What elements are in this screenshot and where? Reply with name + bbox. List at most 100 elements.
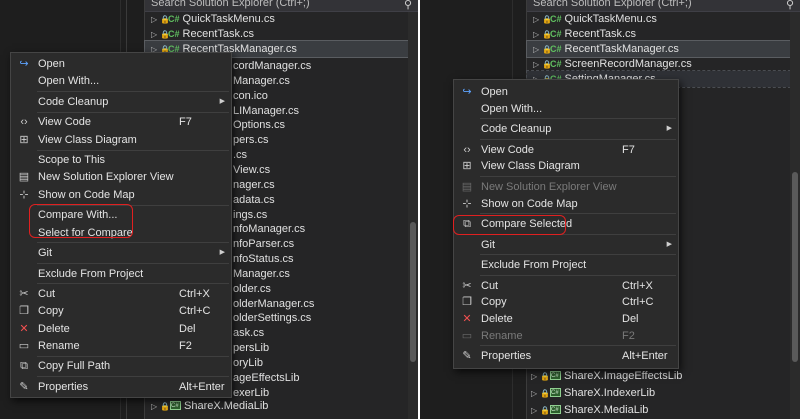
tree-item[interactable]: persLib [233,340,418,356]
tree-item[interactable]: olderSettings.cs [233,310,418,326]
csharp-file-icon: C# [168,14,180,24]
tree-item-label: LIManager.cs [233,104,300,117]
tree-item[interactable]: View.cs [233,162,418,178]
menu-item-open-with[interactable]: Open With... [454,100,678,118]
tree-item[interactable]: Manager.cs [233,266,418,282]
menu-item-properties[interactable]: ✎ Properties Alt+Enter [11,378,231,396]
tree-item-label: Manager.cs [233,267,290,280]
menu-item-delete[interactable]: ✕ Delete Del [11,320,231,338]
menu-item-shortcut: Ctrl+C [622,296,654,309]
menu-item-view-class-diagram[interactable]: ⊞ View Class Diagram [454,157,678,175]
tree-item[interactable]: ▷ 🔒C# QuickTaskMenu.cs [527,11,800,27]
expand-chevron-icon[interactable]: ▷ [531,369,540,385]
expand-chevron-icon[interactable]: ▷ [531,386,540,402]
tree-item[interactable]: ask.cs [233,325,418,341]
search-icon[interactable]: ⚲ [786,0,794,11]
menu-item-label: Exclude From Project [481,259,587,272]
tree-item[interactable]: nfoParser.cs [233,236,418,252]
menu-item-open[interactable]: ↪ Open [11,55,231,73]
tree-item[interactable]: Options.cs [233,117,418,133]
menu-item-properties[interactable]: ✎ Properties Alt+Enter [454,347,678,365]
submenu-arrow-icon: ▶ [219,97,225,105]
menu-item-label: Code Cleanup [38,95,109,108]
menu-item-view-code[interactable]: ‹› View Code F7 [454,141,678,159]
new-explorer-view-icon: ▤ [18,171,30,184]
menu-item-copy-full-path[interactable]: ⧉ Copy Full Path [11,357,231,375]
menu-item-label: Show on Code Map [38,188,135,201]
class-diagram-icon: ⊞ [462,160,472,173]
scrollbar[interactable] [408,12,418,419]
menu-separator [480,274,676,276]
code-map-icon: ⊹ [462,197,472,210]
menu-item-shortcut: Del [622,313,639,325]
tree-item-label: con.ico [233,89,268,102]
menu-item-open[interactable]: ↪ Open [454,83,678,101]
search-icon[interactable]: ⚲ [404,0,412,11]
tree-item[interactable]: nfoStatus.cs [233,251,418,267]
tree-item[interactable]: ▷🔒 ShareX.IndexerLib [527,385,800,401]
menu-item-shortcut: F2 [179,339,192,352]
menu-item-copy[interactable]: ❐ Copy Ctrl+C [11,302,231,320]
tree-item[interactable]: ▷🔒 ShareX.MediaLib [527,402,800,418]
menu-item-cut[interactable]: ✂ Cut Ctrl+X [11,285,231,303]
lock-icon: 🔒 [540,406,550,415]
tree-item[interactable]: olderManager.cs [233,296,418,312]
tree-item-label: oryLib [233,357,263,369]
menu-item-code-cleanup[interactable]: Code Cleanup ▶ [454,120,678,138]
menu-item-shortcut: Alt+Enter [622,350,668,363]
csharp-file-icon: C# [550,59,562,69]
tree-item[interactable]: ▷ 🔒C# QuickTaskMenu.cs [145,11,418,27]
tree-item[interactable]: con.ico [233,88,418,104]
tree-item[interactable]: ▷ 🔒C# ScreenRecordManager.cs [527,56,800,72]
expand-chevron-icon[interactable]: ▷ [151,399,160,415]
menu-item-scope-to-this[interactable]: Scope to This [11,151,231,169]
menu-item-code-cleanup[interactable]: Code Cleanup ▶ [11,93,231,111]
tree-item-label: RecentTask.cs [564,28,637,40]
tree-item[interactable]: ings.cs [233,207,418,223]
tree-item[interactable]: LIManager.cs [233,103,418,119]
menu-item-exclude-from-project[interactable]: Exclude From Project [11,265,231,283]
tree-item[interactable]: older.cs [233,281,418,297]
menu-item-new-solution-explorer-view[interactable]: ▤ New Solution Explorer View [11,168,231,186]
tree-item[interactable]: ▷🔒 ShareX.ImageEffectsLib [527,368,800,384]
menu-item-label: Delete [38,322,70,335]
menu-item-view-code[interactable]: ‹› View Code F7 [11,113,231,131]
expand-chevron-icon[interactable]: ▷ [531,403,540,419]
rename-icon: ▭ [461,329,473,342]
menu-item-rename[interactable]: ▭ Rename F2 [11,337,231,355]
tree-item[interactable]: .cs [233,147,418,163]
tree-item[interactable]: ▷🔒 ShareX.MediaLib [145,398,418,414]
menu-item-label: Rename [481,329,523,342]
menu-item-copy[interactable]: ❐ Copy Ctrl+C [454,293,678,311]
tree-item[interactable]: cordManager.cs [233,58,418,74]
menu-item-exclude-from-project[interactable]: Exclude From Project [454,256,678,274]
menu-item-cut[interactable]: ✂ Cut Ctrl+X [454,277,678,295]
menu-item-shortcut: F2 [622,329,635,342]
menu-item-open-with[interactable]: Open With... [11,72,231,90]
tree-item[interactable]: ▷ 🔒C# RecentTaskManager.cs [526,40,800,58]
menu-item-git[interactable]: Git ▶ [11,244,231,262]
wrench-icon: ✎ [462,350,472,363]
tree-item[interactable]: adata.cs [233,192,418,208]
menu-item-git[interactable]: Git ▶ [454,236,678,254]
tree-item[interactable]: ▷ 🔒C# RecentTask.cs [145,26,418,42]
scroll-thumb[interactable] [410,222,416,362]
tree-item[interactable]: oryLib [233,355,418,371]
tree-item[interactable]: nager.cs [233,177,418,193]
scrollbar[interactable] [790,12,800,419]
tree-item[interactable]: nfoManager.cs [233,221,418,237]
tree-item[interactable]: pers.cs [233,132,418,148]
menu-item-label: New Solution Explorer View [481,180,617,193]
menu-item-show-on-code-map[interactable]: ⊹ Show on Code Map [11,186,231,204]
menu-separator [480,345,676,347]
open-arrow-icon: ↪ [462,86,472,98]
tree-item[interactable]: ▷ 🔒C# RecentTask.cs [527,26,800,42]
menu-item-shortcut: Del [179,322,196,335]
menu-item-show-on-code-map[interactable]: ⊹ Show on Code Map [454,195,678,213]
tree-item[interactable]: Manager.cs [233,73,418,89]
menu-item-view-class-diagram[interactable]: ⊞ View Class Diagram [11,131,231,149]
menu-item-delete[interactable]: ✕ Delete Del [454,310,678,328]
tree-item-label: View.cs [233,163,271,176]
scroll-thumb[interactable] [792,172,798,362]
tree-item[interactable]: ageEffectsLib [233,370,418,386]
